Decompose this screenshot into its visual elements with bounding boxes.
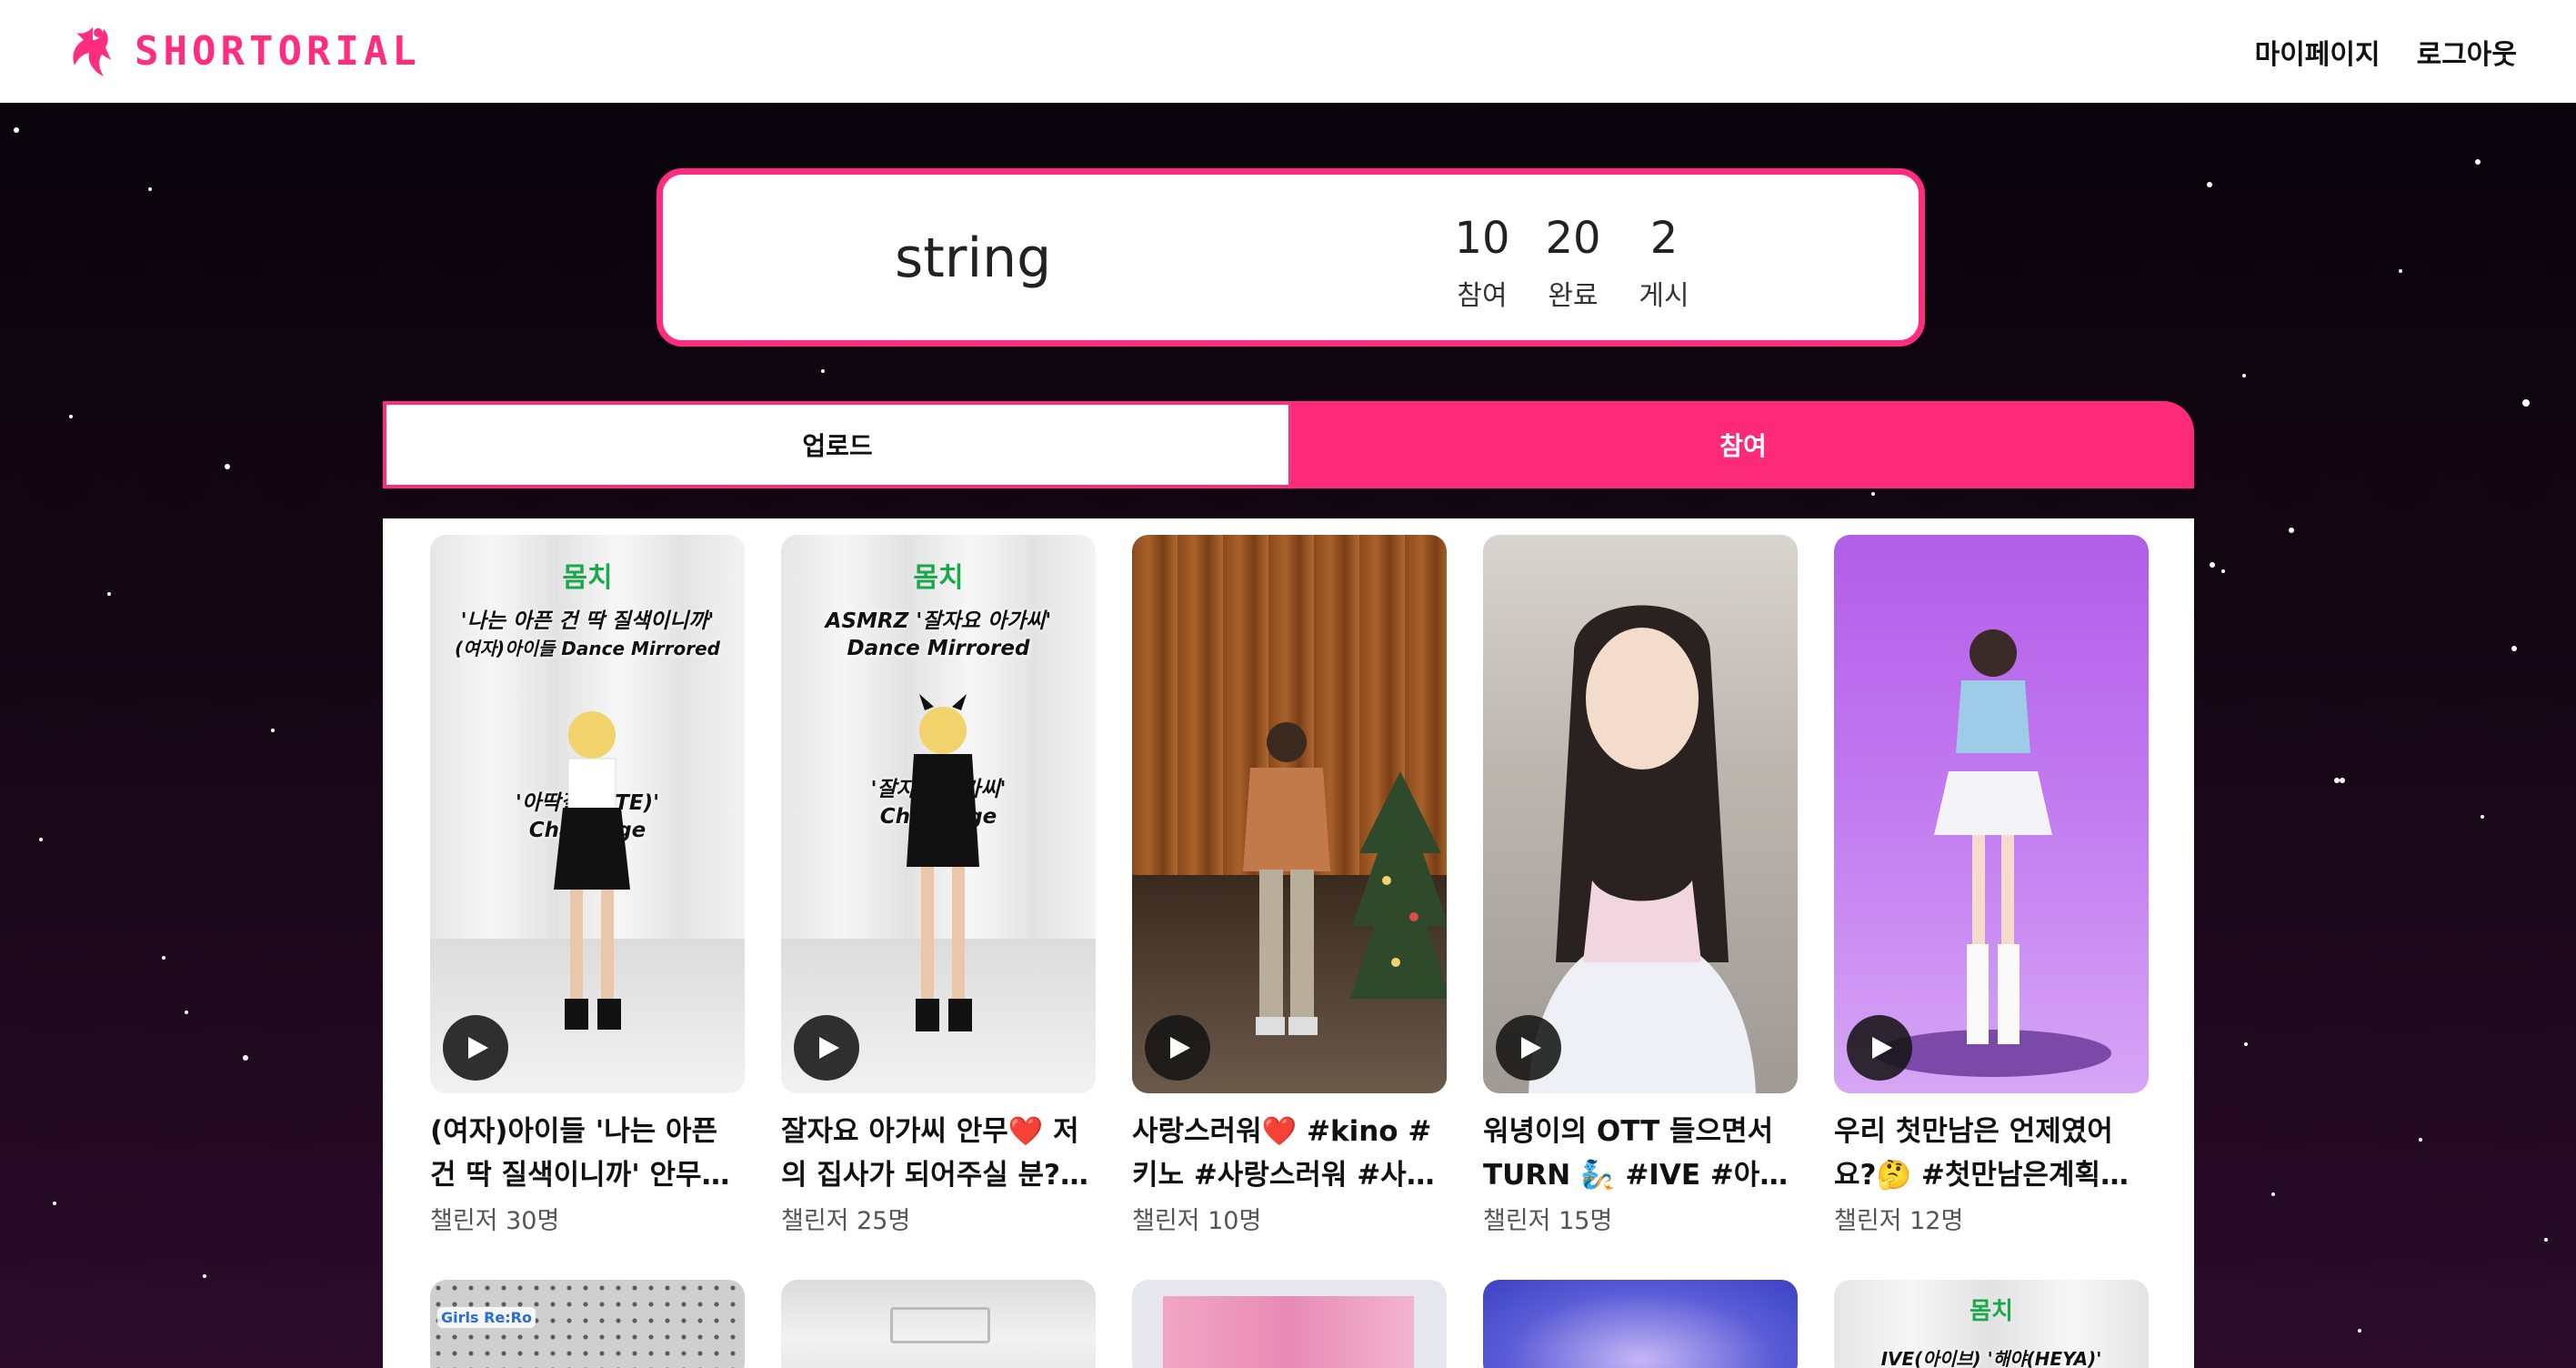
video-thumbnail[interactable]: 몸치 IVE(아이브) '해야(HEYA)': [1834, 1280, 2149, 1368]
video-title[interactable]: 워녕이의 OTT 들으면서 TURN 🧞 #IVE #아이…: [1483, 1110, 1798, 1197]
video-thumbnail[interactable]: [1132, 1280, 1447, 1368]
overlay-line: ASMRZ '잘자요 아가씨': [825, 609, 1052, 633]
play-icon: [1871, 1037, 1892, 1059]
challenger-count: 챌린저 30명: [430, 1207, 560, 1235]
stat-label: 참여: [1457, 280, 1508, 312]
brand-logo-icon: [73, 26, 111, 76]
play-icon: [1169, 1037, 1190, 1059]
video-card[interactable]: 우리 첫만남은 언제였어요?🤔 #첫만남은계획… 챌린저 12명: [1834, 535, 2149, 1236]
person-figure: [1243, 722, 1330, 1035]
overlay-line: Dance Mirrored: [847, 637, 1030, 660]
video-card[interactable]: 몸치 ASMRZ '잘자요 아가씨' Dance Mirrored '잘자요 아…: [781, 535, 1096, 1236]
watermark-logo: 몸치: [913, 562, 964, 594]
ceiling-vent: [890, 1307, 990, 1343]
stat-value: 2: [1649, 213, 1679, 264]
brand[interactable]: SHORTORIAL: [62, 20, 421, 84]
video-thumbnail[interactable]: 몸치 '나는 아픈 건 딱 질색이니까' (여자)아이들 Dance Mirro…: [430, 535, 745, 1093]
profile-card: string 10 참여 20 완료 2 게시: [657, 168, 1925, 347]
video-thumbnail[interactable]: [781, 1280, 1096, 1368]
challenger-count: 챌린저 10명: [1132, 1207, 1262, 1235]
video-card[interactable]: [781, 1280, 1096, 1368]
play-icon: [467, 1037, 488, 1059]
play-icon: [818, 1037, 839, 1059]
video-thumbnail[interactable]: Girls Re:Ro: [430, 1280, 745, 1368]
profile-stats: 10 참여 20 완료 2 게시: [1454, 211, 1692, 313]
play-icon: [1520, 1037, 1541, 1059]
video-card[interactable]: 사랑스러워❤️ #kino #키노 #사랑스러워 #사랑… 챌린저 10명: [1132, 535, 1447, 1236]
person-portrait: [1529, 605, 1756, 1093]
video-card[interactable]: 몸치 '나는 아픈 건 딱 질색이니까' (여자)아이들 Dance Mirro…: [430, 535, 745, 1236]
stat-completed: 20 완료: [1545, 211, 1601, 313]
overlay-caption: IVE(아이브) '해야(HEYA)': [1880, 1348, 2102, 1368]
stat-label: 게시: [1639, 280, 1689, 312]
dancer-figure: [1875, 629, 2111, 1077]
video-title[interactable]: 사랑스러워❤️ #kino #키노 #사랑스러워 #사랑…: [1132, 1110, 1447, 1197]
dancer-figure: [554, 711, 630, 1030]
channel-badge: Girls Re:Ro: [437, 1307, 536, 1328]
stat-posted: 2 게시: [1636, 211, 1692, 313]
video-thumbnail[interactable]: [1483, 1280, 1798, 1368]
logout-link[interactable]: 로그아웃: [2417, 32, 2517, 72]
video-panel: 몸치 '나는 아픈 건 딱 질색이니까' (여자)아이들 Dance Mirro…: [383, 518, 2194, 1368]
overlay-caption: '나는 아픈 건 딱 질색이니까' (여자)아이들 Dance Mirrored: [430, 608, 745, 662]
video-thumbnail[interactable]: 몸치 ASMRZ '잘자요 아가씨' Dance Mirrored '잘자요 아…: [781, 535, 1096, 1093]
mypage-link[interactable]: 마이페이지: [2255, 32, 2381, 72]
tab-join[interactable]: 참여: [1292, 401, 2194, 488]
watermark-logo: 몸치: [562, 562, 613, 594]
watermark-logo: 몸치: [1970, 1298, 2013, 1325]
overlay-line: '나는 아픈 건 딱 질색이니까': [460, 609, 715, 633]
challenger-count: 챌린저 15명: [1483, 1207, 1613, 1235]
top-nav: 마이페이지 로그아웃: [2255, 32, 2517, 72]
stat-participated: 10 참여: [1454, 211, 1510, 313]
overlay-caption: ASMRZ '잘자요 아가씨' Dance Mirrored: [781, 608, 1096, 662]
dancer-figure: [907, 694, 979, 1031]
video-card[interactable]: [1132, 1280, 1447, 1368]
video-card[interactable]: 몸치 IVE(아이브) '해야(HEYA)': [1834, 1280, 2149, 1368]
stat-value: 10: [1454, 213, 1510, 264]
video-thumbnail[interactable]: [1834, 535, 2149, 1093]
brand-name: SHORTORIAL: [135, 28, 421, 75]
video-card[interactable]: Girls Re:Ro: [430, 1280, 745, 1368]
play-button[interactable]: [443, 1015, 508, 1081]
anime-frame: [1163, 1296, 1414, 1368]
profile-tabs: 업로드 참여: [383, 401, 2194, 488]
overlay-line: (여자)아이들 Dance Mirrored: [455, 638, 720, 659]
stat-label: 완료: [1548, 280, 1599, 312]
video-title[interactable]: 우리 첫만남은 언제였어요?🤔 #첫만남은계획…: [1834, 1110, 2149, 1197]
video-card[interactable]: 워녕이의 OTT 들으면서 TURN 🧞 #IVE #아이… 챌린저 15명: [1483, 535, 1798, 1236]
top-header: SHORTORIAL 마이페이지 로그아웃: [0, 0, 2576, 103]
video-grid: 몸치 '나는 아픈 건 딱 질색이니까' (여자)아이들 Dance Mirro…: [430, 535, 2149, 1368]
profile-name: string: [895, 226, 1052, 290]
challenger-count: 챌린저 12명: [1834, 1207, 1964, 1235]
video-thumbnail[interactable]: [1483, 535, 1798, 1093]
play-button[interactable]: [1145, 1015, 1210, 1081]
video-title[interactable]: 잘자요 아가씨 안무❤️ 저의 집사가 되어주실 분?…: [781, 1110, 1096, 1197]
play-button[interactable]: [1847, 1015, 1912, 1081]
video-title[interactable]: (여자)아이들 '나는 아픈 건 딱 질색이니까' 안무…: [430, 1110, 745, 1197]
stat-value: 20: [1545, 213, 1601, 264]
tab-upload[interactable]: 업로드: [383, 401, 1292, 488]
video-card[interactable]: [1483, 1280, 1798, 1368]
xmas-tree: [1350, 771, 1447, 999]
video-thumbnail[interactable]: [1132, 535, 1447, 1093]
challenger-count: 챌린저 25명: [781, 1207, 911, 1235]
play-button[interactable]: [1496, 1015, 1561, 1081]
play-button[interactable]: [794, 1015, 859, 1081]
